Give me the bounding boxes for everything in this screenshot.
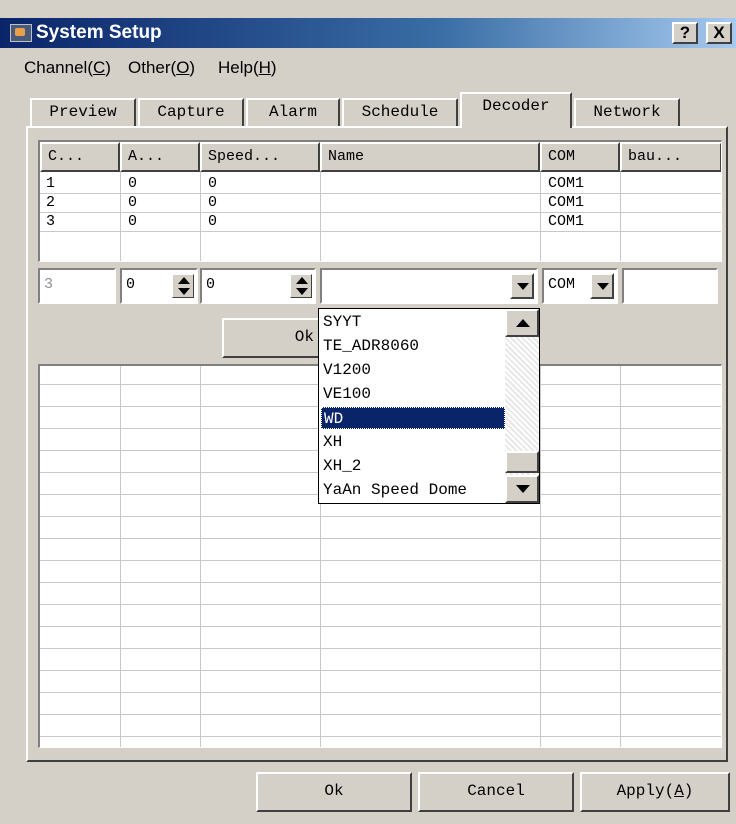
menu-other[interactable]: Other(O)	[128, 58, 195, 78]
dropdown-item[interactable]: XH_2	[321, 455, 505, 477]
column-header-speed[interactable]: Speed...	[200, 142, 320, 172]
row-ok-button[interactable]: Ok	[222, 318, 322, 358]
row-divider	[40, 231, 721, 232]
dropdown-item[interactable]: V1200	[321, 359, 505, 381]
close-button[interactable]: X	[706, 22, 732, 44]
column-divider	[540, 366, 541, 747]
cell-speed: 0	[208, 175, 218, 192]
tab-preview[interactable]: Preview	[30, 98, 136, 126]
cell-address: 0	[128, 175, 138, 192]
com-combobox[interactable]: COM	[542, 268, 618, 304]
column-divider	[320, 172, 321, 261]
tab-capture[interactable]: Capture	[138, 98, 244, 126]
column-divider	[200, 172, 201, 261]
help-button[interactable]: ?	[672, 22, 698, 44]
cell-speed: 0	[208, 213, 218, 230]
cell-com: COM1	[548, 175, 585, 192]
system-setup-window: System Setup ? X Channel(C) Other(O) Hel…	[0, 0, 736, 824]
column-divider	[620, 366, 621, 747]
dropdown-item[interactable]: YaAn Speed Dome	[321, 479, 505, 501]
cell-com: COM1	[548, 194, 585, 211]
scroll-down-icon[interactable]	[505, 475, 539, 503]
grid-row-divider	[40, 582, 721, 583]
menu-bar: Channel(C) Other(O) Help(H)	[0, 56, 736, 84]
grid-row-divider	[40, 736, 721, 737]
tab-decoder[interactable]: Decoder	[460, 92, 572, 128]
baud-field[interactable]	[622, 268, 718, 304]
tab-network[interactable]: Network	[574, 98, 680, 126]
grid-row-divider	[40, 604, 721, 605]
dropdown-item[interactable]: VE100	[321, 383, 505, 405]
grid-row-divider	[40, 626, 721, 627]
channel-field[interactable]: 3	[38, 268, 116, 304]
speed-value: 0	[206, 276, 216, 293]
tab-schedule[interactable]: Schedule	[342, 98, 458, 126]
apply-button[interactable]: Apply(A)	[580, 772, 730, 812]
grid-row-divider	[40, 692, 721, 693]
decoder-list[interactable]: C... A... Speed... Name COM bau... 1 0 0…	[38, 140, 722, 262]
dropdown-item[interactable]: SYYT	[321, 311, 505, 333]
title-bar[interactable]: System Setup ? X	[0, 18, 736, 48]
cell-address: 0	[128, 213, 138, 230]
dropdown-item-selected[interactable]: WD	[321, 407, 505, 429]
cell-com: COM1	[548, 213, 585, 230]
speed-spin-icon[interactable]	[290, 274, 312, 298]
column-header-name[interactable]: Name	[320, 142, 540, 172]
dropdown-item[interactable]: TE_ADR8060	[321, 335, 505, 357]
column-divider	[620, 172, 621, 261]
tab-alarm[interactable]: Alarm	[246, 98, 340, 126]
scroll-thumb[interactable]	[505, 451, 539, 473]
grid-row-divider	[40, 714, 721, 715]
grid-row-divider	[40, 560, 721, 561]
speed-stepper[interactable]: 0	[200, 268, 316, 304]
cell-speed: 0	[208, 194, 218, 211]
cell-channel: 2	[46, 194, 56, 211]
column-divider	[120, 366, 121, 747]
name-combobox[interactable]	[320, 268, 538, 304]
cell-address: 0	[128, 194, 138, 211]
cell-channel: 3	[46, 213, 56, 230]
menu-help[interactable]: Help(H)	[218, 58, 277, 78]
column-divider	[540, 172, 541, 261]
grid-row-divider	[40, 670, 721, 671]
grid-row-divider	[40, 538, 721, 539]
address-stepper[interactable]: 0	[120, 268, 198, 304]
column-header-channel[interactable]: C...	[40, 142, 120, 172]
com-value: COM	[548, 276, 576, 293]
app-icon	[10, 24, 32, 42]
grid-row-divider	[40, 516, 721, 517]
grid-row-divider	[40, 648, 721, 649]
column-header-baud[interactable]: bau...	[620, 142, 721, 172]
row-divider	[40, 193, 721, 194]
column-divider	[120, 172, 121, 261]
chevron-down-icon[interactable]	[510, 273, 534, 299]
address-value: 0	[126, 276, 136, 293]
cancel-button[interactable]: Cancel	[418, 772, 574, 812]
window-title: System Setup	[36, 22, 162, 43]
column-header-com[interactable]: COM	[540, 142, 620, 172]
chevron-down-icon[interactable]	[590, 273, 614, 299]
column-divider	[200, 366, 201, 747]
dropdown-item[interactable]: XH	[321, 431, 505, 453]
column-header-address[interactable]: A...	[120, 142, 200, 172]
name-dropdown-list[interactable]: SYYT TE_ADR8060 V1200 VE100 WD XH XH_2 Y…	[318, 308, 540, 504]
scroll-up-icon[interactable]	[505, 309, 539, 337]
address-spin-icon[interactable]	[172, 274, 194, 298]
ok-button[interactable]: Ok	[256, 772, 412, 812]
row-divider	[40, 212, 721, 213]
cell-channel: 1	[46, 175, 56, 192]
menu-channel[interactable]: Channel(C)	[24, 58, 111, 78]
dropdown-scrollbar[interactable]	[505, 309, 539, 503]
